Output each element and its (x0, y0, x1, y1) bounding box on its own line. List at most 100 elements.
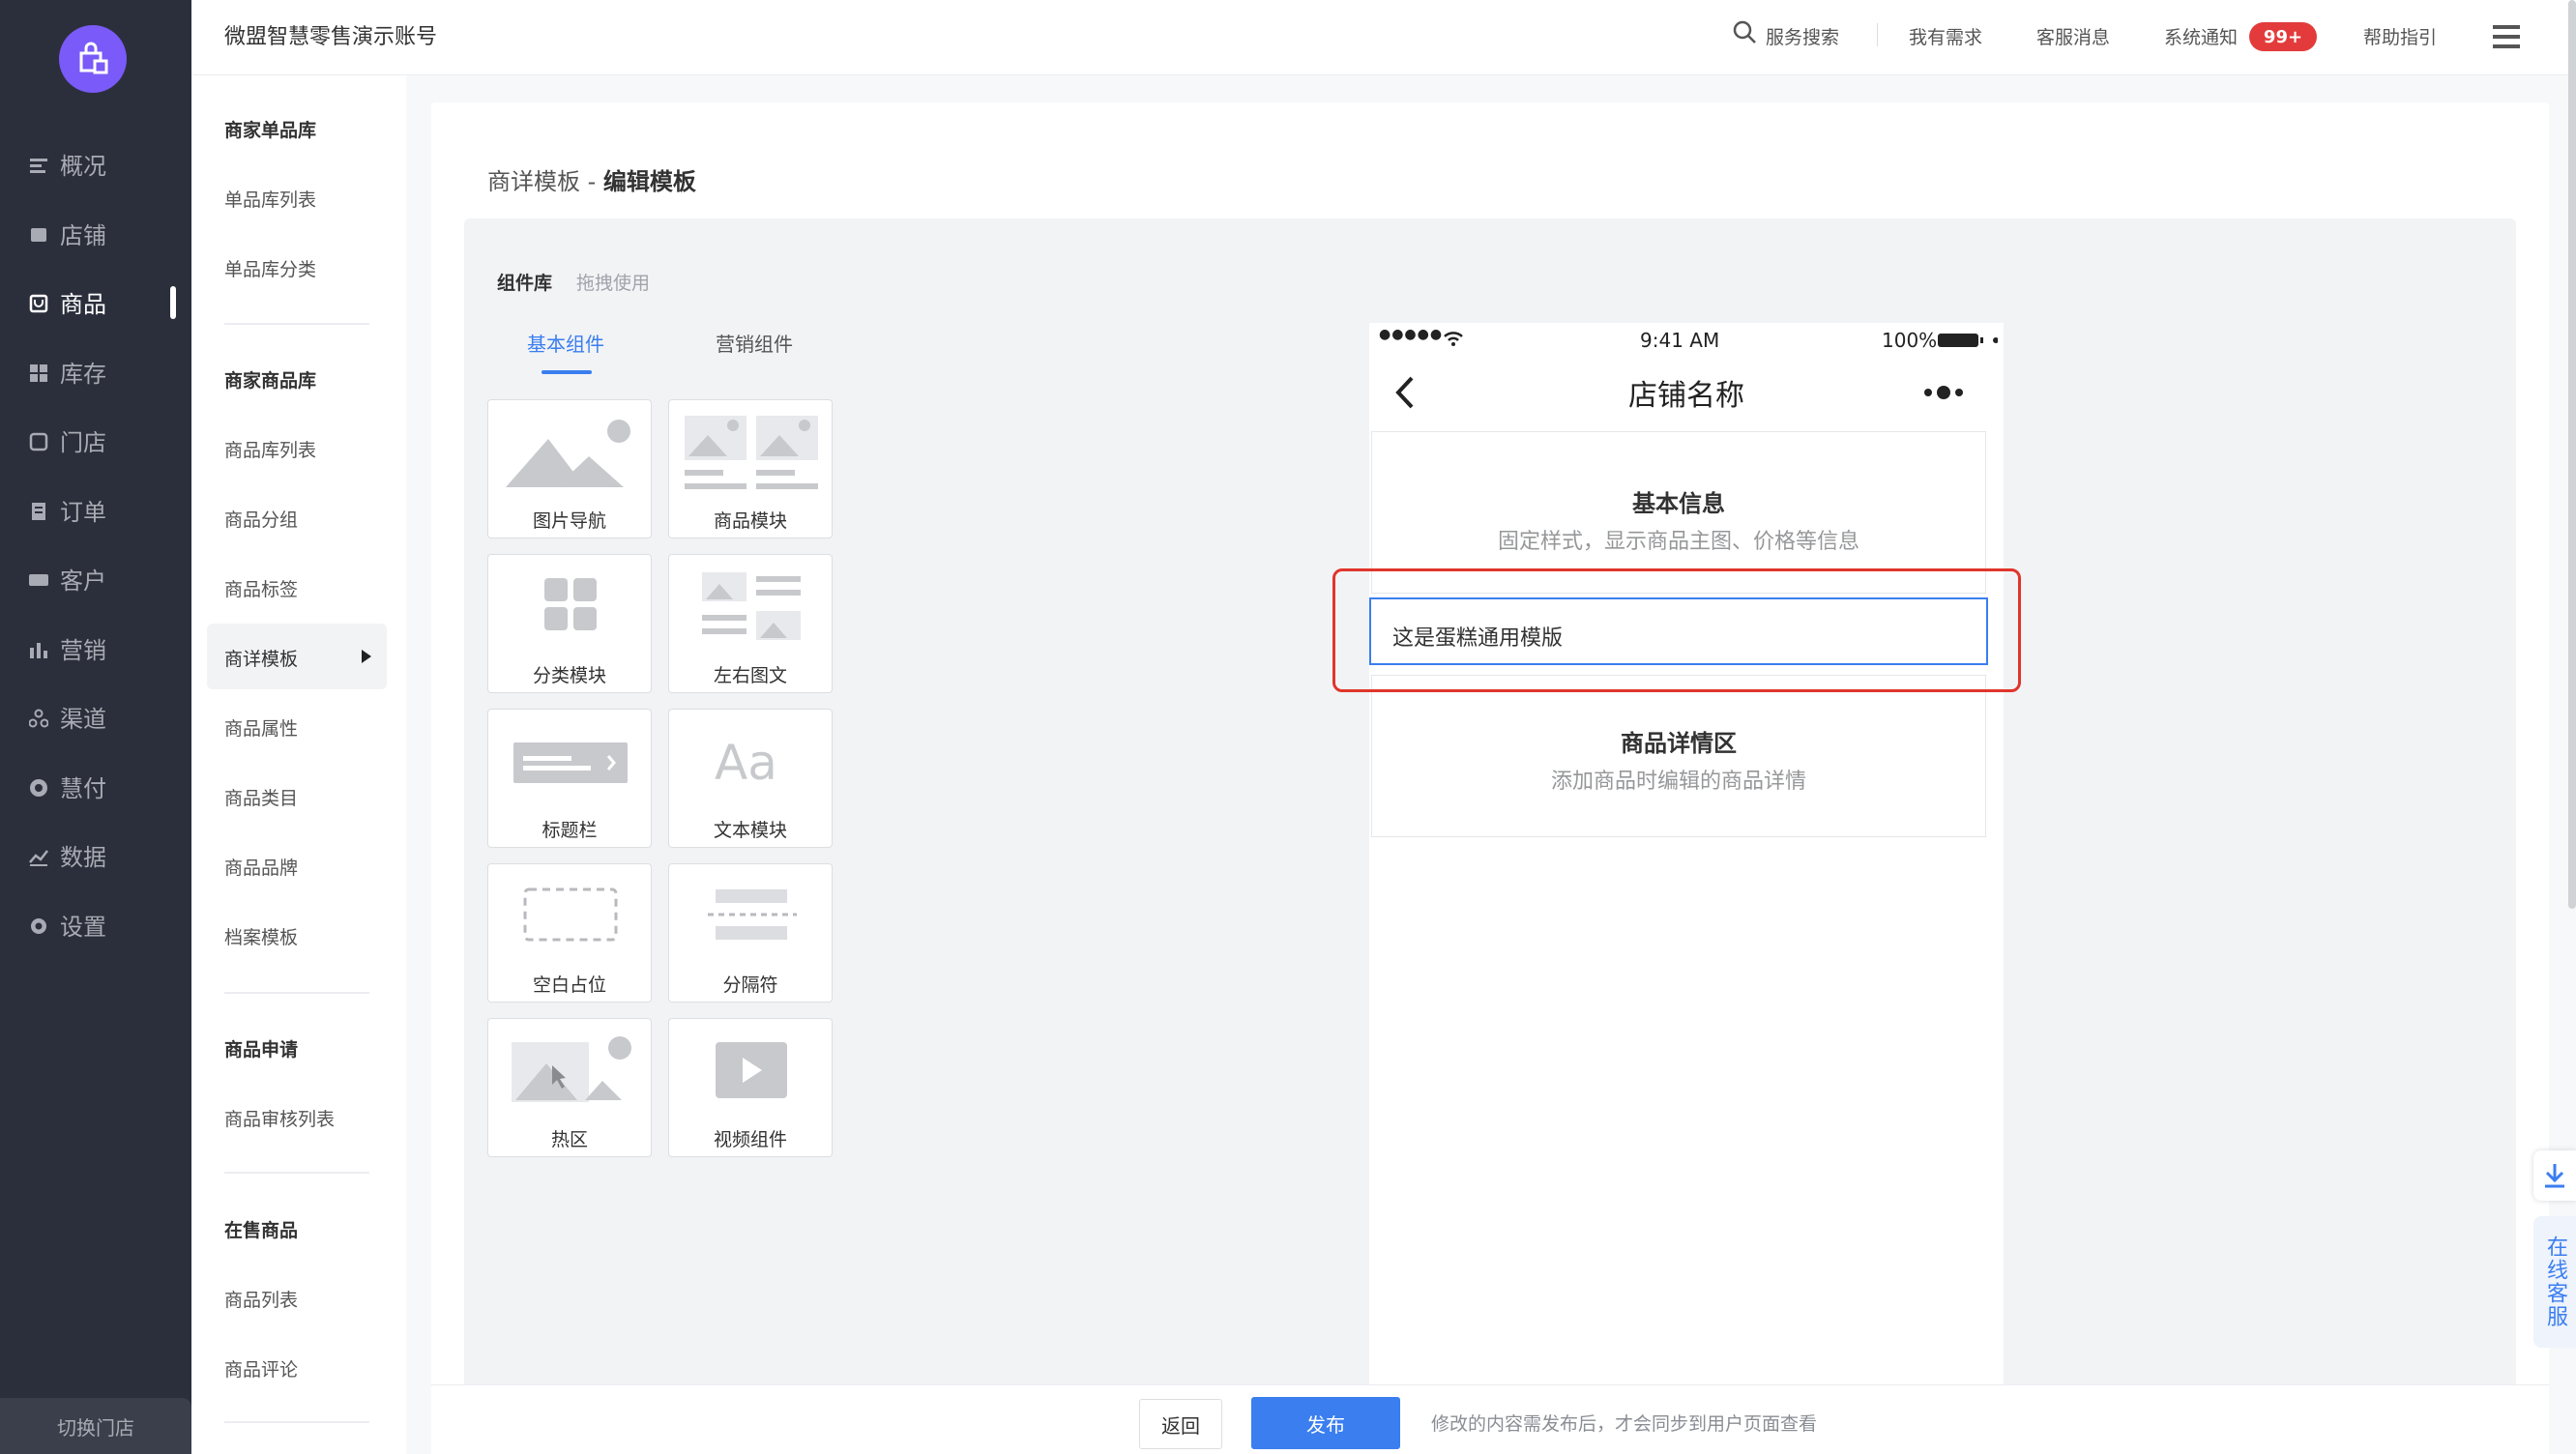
tile-label: 分类模块 (532, 665, 606, 686)
page-scrollbar[interactable] (2568, 0, 2576, 909)
subnav-item-goods-attr[interactable]: 商品属性 (224, 714, 298, 741)
back-button[interactable]: 返回 (1139, 1399, 1222, 1449)
component-category-module[interactable]: 分类模块 (487, 554, 652, 693)
tile-label: 左右图文 (713, 665, 787, 686)
nav-item-shop[interactable]: 门店 (0, 421, 191, 459)
stock-icon (29, 362, 48, 382)
subnav-item-goods-review[interactable]: 商品审核列表 (224, 1105, 335, 1131)
tab-marketing-components[interactable]: 营销组件 (716, 329, 793, 357)
video-icon (716, 1042, 787, 1098)
more-dots-icon[interactable] (1922, 383, 1965, 402)
signal-icon: ●●●●● (1379, 327, 1444, 342)
pay-icon (29, 776, 48, 797)
tile-label: 热区 (550, 1129, 588, 1150)
publish-button[interactable]: 发布 (1251, 1397, 1400, 1449)
blank-placeholder-icon (523, 887, 618, 942)
subnav-group-title: 商家单品库 (224, 120, 317, 141)
nav-label: 设置 (60, 913, 106, 941)
subnav-group-title: 商家商品库 (224, 370, 317, 392)
nav-item-settings[interactable]: 设置 (0, 905, 191, 944)
service-search-link[interactable]: 服务搜索 (1766, 23, 1839, 49)
component-divider[interactable]: 分隔符 (668, 863, 833, 1003)
subnav-item-detail-template[interactable]: 商详模板 (207, 624, 387, 689)
subnav-item-goods-lib[interactable]: 商品库列表 (224, 436, 316, 462)
main-nav: 概况 店铺 商品 库存 门店 订单 客户 营销 渠道 慧付 数据 设置 切换门店 (0, 0, 191, 1454)
switch-store-button[interactable]: 切换门店 (0, 1398, 191, 1454)
battery-icon (1938, 334, 1998, 347)
nav-item-order[interactable]: 订单 (0, 490, 191, 529)
nav-label: 店铺 (60, 221, 106, 249)
nav-item-goods[interactable]: 商品 (0, 282, 191, 321)
divider (224, 1172, 369, 1174)
phone-preview: ●●●●● 9:41 AM 100% 店铺名称 基本信息 固定样式，显示商品主图… (1369, 323, 2004, 1454)
nav-item-pay[interactable]: 慧付 (0, 767, 191, 805)
service-message-link[interactable]: 客服消息 (2036, 23, 2110, 49)
category-module-icon (544, 578, 597, 630)
nav-label: 商品 (60, 290, 106, 318)
subnav-item-goods-tag[interactable]: 商品标签 (224, 575, 298, 601)
goods-detail-desc: 添加商品时编辑的商品详情 (1550, 770, 1806, 794)
subnav-group-title: 在售商品 (224, 1220, 299, 1241)
tile-label: 空白占位 (532, 974, 606, 996)
app-logo-icon[interactable] (59, 25, 127, 93)
phone-page-title: 店铺名称 (1628, 379, 1744, 413)
component-blank-placeholder[interactable]: 空白占位 (487, 863, 652, 1003)
component-text-module[interactable]: Aa 文本模块 (668, 709, 833, 848)
nav-label: 慧付 (60, 774, 106, 802)
goods-detail-title: 商品详情区 (1621, 730, 1737, 757)
download-icon (2545, 1164, 2564, 1188)
subnav-item-sku-category[interactable]: 单品库分类 (224, 255, 316, 281)
channel-icon (28, 707, 49, 728)
nav-label: 概况 (60, 152, 106, 180)
needs-link[interactable]: 我有需求 (1909, 23, 1982, 49)
component-hot-zone[interactable]: 热区 (487, 1018, 652, 1157)
highlight-box (1332, 568, 2021, 692)
basic-info-desc: 固定样式，显示商品主图、价格等信息 (1497, 530, 1859, 554)
system-notice-link[interactable]: 系统通知 (2164, 23, 2238, 49)
nav-item-channel[interactable]: 渠道 (0, 697, 191, 736)
account-name: 微盟智慧零售演示账号 (224, 25, 438, 49)
online-customer-service-button[interactable]: 在线客服 (2533, 1216, 2576, 1348)
publish-hint: 修改的内容需发布后，才会同步到用户页面查看 (1431, 1413, 1818, 1435)
divider-icon (708, 889, 797, 940)
component-title-bar[interactable]: 标题栏 (487, 709, 652, 848)
nav-item-customer[interactable]: 客户 (0, 559, 191, 597)
nav-item-stock[interactable]: 库存 (0, 352, 191, 391)
menu-icon[interactable] (2493, 23, 2522, 50)
marketing-icon (29, 638, 48, 658)
divider (1877, 23, 1878, 46)
title-bar-icon (513, 742, 628, 783)
subnav-item-goods-list[interactable]: 商品列表 (224, 1286, 298, 1312)
subnav-item-goods-brand[interactable]: 商品品牌 (224, 854, 298, 880)
nav-item-store[interactable]: 店铺 (0, 214, 191, 252)
subnav-item-goods-comment[interactable]: 商品评论 (224, 1355, 298, 1381)
goods-detail-section[interactable]: 商品详情区 添加商品时编辑的商品详情 (1371, 675, 1986, 837)
svg-text:Aa: Aa (715, 735, 777, 791)
component-image-nav[interactable]: 图片导航 (487, 399, 652, 538)
shop-icon (29, 430, 48, 451)
nav-item-marketing[interactable]: 营销 (0, 628, 191, 667)
subnav-group-title: 商品申请 (224, 1039, 299, 1061)
tab-basic-components[interactable]: 基本组件 (527, 329, 604, 357)
component-goods-module[interactable]: 商品模块 (668, 399, 833, 538)
basic-info-title: 基本信息 (1632, 490, 1725, 517)
subnav-item-archive-template[interactable]: 档案模板 (224, 923, 298, 949)
phone-status-bar: ●●●●● 9:41 AM 100% (1369, 323, 2004, 358)
component-video[interactable]: 视频组件 (668, 1018, 833, 1157)
nav-label: 渠道 (60, 705, 106, 733)
left-right-image-text-icon (702, 572, 801, 640)
subnav-item-goods-category[interactable]: 商品类目 (224, 784, 298, 810)
customer-icon (29, 568, 48, 588)
subnav-item-goods-group[interactable]: 商品分组 (224, 506, 298, 532)
search-icon[interactable] (1732, 19, 1757, 44)
nav-item-data[interactable]: 数据 (0, 835, 191, 874)
hot-zone-icon (512, 1036, 631, 1102)
download-button[interactable] (2533, 1150, 2576, 1201)
component-left-right-image-text[interactable]: 左右图文 (668, 554, 833, 693)
caret-right-icon (362, 650, 371, 663)
breadcrumb-parent[interactable]: 商详模板 (487, 168, 580, 195)
top-bar: 微盟智慧零售演示账号 服务搜索 我有需求 客服消息 系统通知 99+ 帮助指引 (191, 0, 2576, 75)
subnav-item-sku-list[interactable]: 单品库列表 (224, 186, 316, 212)
nav-item-overview[interactable]: 概况 (0, 144, 191, 183)
help-link[interactable]: 帮助指引 (2363, 23, 2437, 49)
